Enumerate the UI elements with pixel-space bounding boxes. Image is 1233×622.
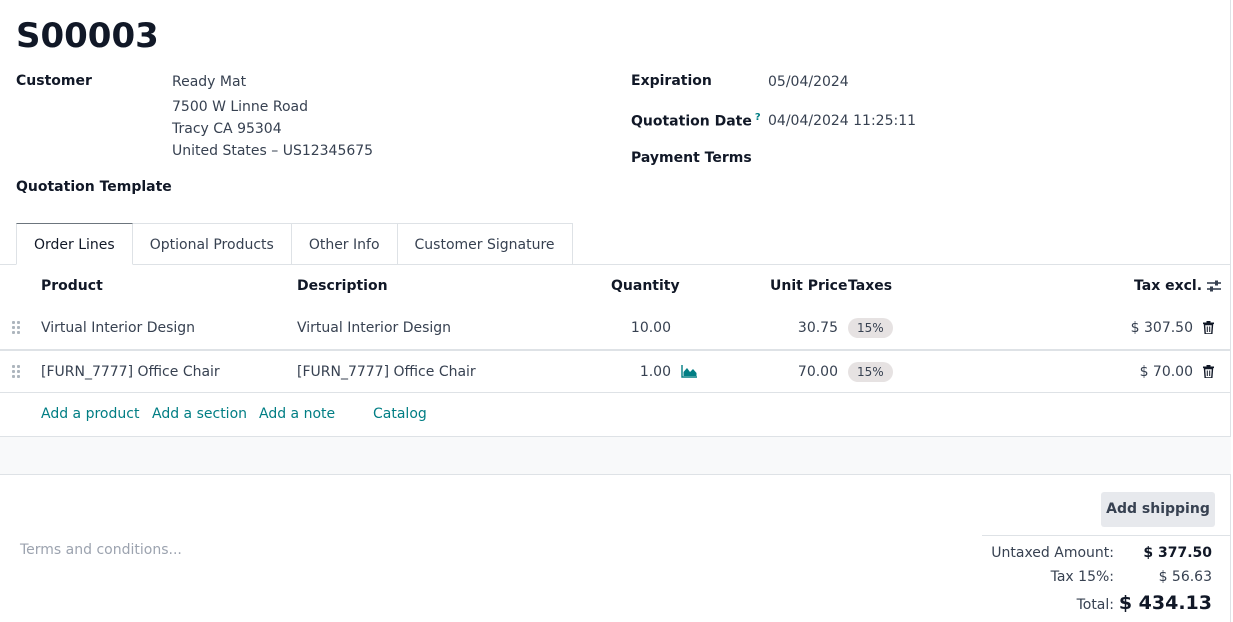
tab-order-lines[interactable]: Order Lines — [16, 223, 133, 265]
column-header-taxes[interactable]: Taxes — [848, 278, 892, 294]
column-header-quantity[interactable]: Quantity — [611, 278, 680, 294]
drag-handle-icon[interactable] — [12, 365, 22, 379]
total-label: Total: — [1076, 597, 1114, 613]
table-footer-band — [0, 436, 1231, 475]
optional-columns-icon[interactable] — [1206, 279, 1222, 293]
tab-customer-signature[interactable]: Customer Signature — [397, 223, 573, 265]
trash-icon[interactable] — [1203, 321, 1214, 334]
row-unit-price[interactable]: 30.75 — [798, 320, 838, 336]
add-shipping-button[interactable]: Add shipping — [1101, 492, 1215, 527]
column-header-tax-excl[interactable]: Tax excl. — [1134, 278, 1202, 294]
quotation-date-value[interactable]: 04/04/2024 11:25:11 — [768, 113, 916, 129]
tab-optional-products[interactable]: Optional Products — [132, 223, 292, 265]
customer-address-line2: Tracy CA 95304 — [172, 121, 282, 137]
table-row[interactable]: [FURN_7777] Office Chair [FURN_7777] Off… — [0, 350, 1231, 393]
expiration-value[interactable]: 05/04/2024 — [768, 74, 849, 90]
quotation-date-label: Quotation Date? — [631, 112, 761, 130]
customer-address-line1: 7500 W Linne Road — [172, 99, 309, 115]
column-header-unit-price[interactable]: Unit Price — [770, 278, 847, 294]
notebook-tabs: Order Lines Optional Products Other Info… — [16, 223, 573, 265]
row-product[interactable]: Virtual Interior Design — [41, 320, 195, 336]
help-tooltip-icon[interactable]: ? — [755, 112, 761, 123]
table-row[interactable]: Virtual Interior Design Virtual Interior… — [0, 307, 1231, 350]
column-header-description[interactable]: Description — [297, 278, 388, 294]
forecast-chart-icon[interactable] — [681, 365, 698, 378]
untaxed-amount-label: Untaxed Amount: — [991, 545, 1114, 561]
customer-name[interactable]: Ready Mat — [172, 74, 246, 90]
total-value: $ 434.13 — [1118, 592, 1212, 614]
row-unit-price[interactable]: 70.00 — [798, 364, 838, 380]
drag-handle-icon[interactable] — [12, 321, 22, 335]
payment-terms-label: Payment Terms — [631, 150, 752, 166]
row-quantity[interactable]: 10.00 — [631, 320, 671, 336]
totals-divider — [982, 535, 1231, 536]
expiration-label: Expiration — [631, 73, 712, 89]
row-quantity[interactable]: 1.00 — [640, 364, 671, 380]
row-product[interactable]: [FURN_7777] Office Chair — [41, 364, 220, 380]
row-subtotal: $ 70.00 — [1139, 364, 1193, 380]
row-description[interactable]: Virtual Interior Design — [297, 320, 451, 336]
form-sheet: S00003 Customer Ready Mat 7500 W Linne R… — [0, 0, 1231, 622]
catalog-link[interactable]: Catalog — [373, 406, 427, 422]
customer-label: Customer — [16, 73, 92, 89]
untaxed-amount-value: $ 377.50 — [1143, 545, 1212, 561]
tax-amount-value: $ 56.63 — [1158, 569, 1212, 585]
add-product-link[interactable]: Add a product — [41, 406, 139, 422]
row-subtotal: $ 307.50 — [1130, 320, 1193, 336]
row-description[interactable]: [FURN_7777] Office Chair — [297, 364, 476, 380]
customer-address-line3: United States – US12345675 — [172, 143, 374, 159]
add-section-link[interactable]: Add a section — [152, 406, 247, 422]
trash-icon[interactable] — [1203, 365, 1214, 378]
record-title: S00003 — [16, 16, 159, 56]
terms-and-conditions-field[interactable]: Terms and conditions... — [20, 542, 182, 558]
quotation-template-label: Quotation Template — [16, 179, 172, 195]
column-header-product[interactable]: Product — [41, 278, 103, 294]
quotation-date-label-text: Quotation Date — [631, 113, 752, 130]
tab-other-info[interactable]: Other Info — [291, 223, 398, 265]
add-note-link[interactable]: Add a note — [259, 406, 335, 422]
tax-amount-label: Tax 15%: — [1050, 569, 1114, 585]
tax-badge[interactable]: 15% — [848, 318, 893, 338]
tax-badge[interactable]: 15% — [848, 362, 893, 382]
